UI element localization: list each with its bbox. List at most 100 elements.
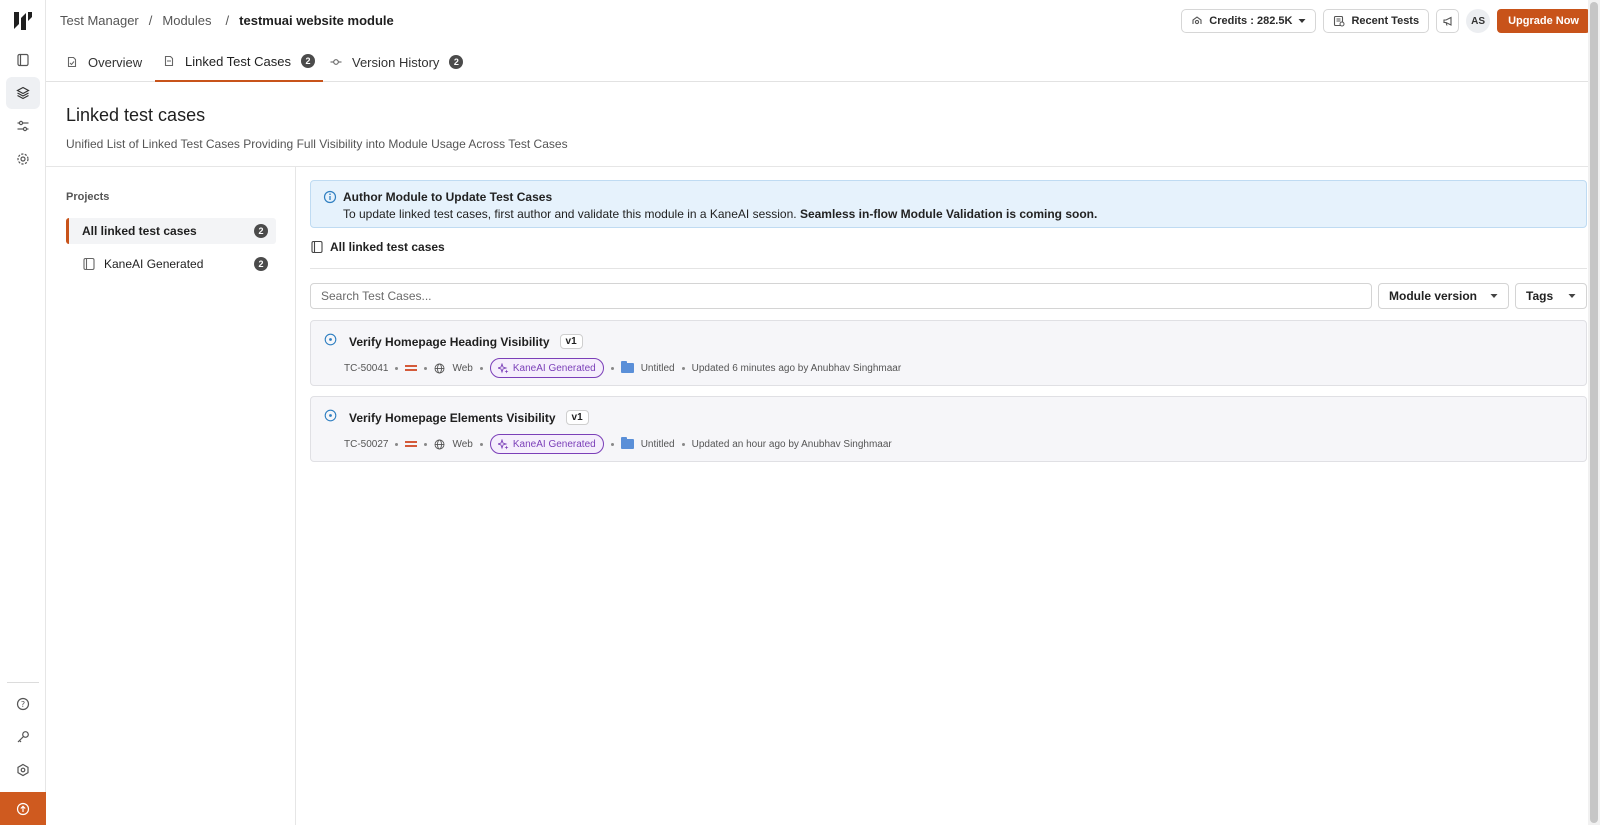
notebook-icon [311,240,323,254]
sparkle-icon [497,362,509,373]
version-badge: v1 [565,410,589,425]
meta-dot [681,366,685,370]
project-item-all-linked[interactable]: All linked test cases 2 [66,218,276,244]
status-circle-icon [324,409,337,422]
tab-version-history[interactable]: Version History 2 [330,42,464,82]
rail-modules-icon[interactable] [6,77,40,109]
info-banner: Author Module to Update Test Cases To up… [310,180,1587,228]
rail-settings-sliders-icon[interactable] [6,110,40,142]
priority-medium-icon [405,441,418,447]
info-banner-body: To update linked test cases, first autho… [343,207,797,221]
tab-linked-count-badge: 2 [301,54,315,68]
megaphone-icon [1443,16,1452,26]
breadcrumb-modules[interactable]: Modules [162,13,211,28]
info-icon [323,190,337,204]
caret-down-icon [1568,294,1576,298]
rail-test-cases-icon[interactable] [6,44,40,76]
svg-text:?: ? [21,700,25,709]
breadcrumb-test-manager[interactable]: Test Manager [60,13,139,28]
meta-dot [610,442,614,446]
rail-gear-icon[interactable] [6,143,40,175]
sparkle-icon [497,438,509,449]
folder-label: Untitled [640,362,675,374]
globe-icon [435,363,445,373]
info-banner-title: Author Module to Update Test Cases [343,190,553,204]
version-badge: v1 [559,334,583,349]
announcements-button[interactable] [1436,9,1460,33]
test-case-meta: TC-50041 Web KaneAI Generated Untitled U… [344,358,901,378]
priority-medium-icon [405,365,418,371]
project-count-badge: 2 [254,224,268,238]
kaneai-generated-tag[interactable]: KaneAI Generated [489,358,604,378]
document-link-icon [164,55,174,67]
platform-label: Web [452,362,473,374]
caret-down-icon [1490,294,1498,298]
folder-label: Untitled [640,438,675,450]
test-case-card[interactable]: Verify Homepage Elements Visibility v1 T… [310,396,1587,462]
project-item-label: All linked test cases [82,224,197,238]
platform-label: Web [452,438,473,450]
status-circle-icon [324,333,337,346]
main-content: Author Module to Update Test Cases To up… [310,180,1587,462]
tab-version-history-label: Version History [352,54,440,70]
project-item-kaneai-generated[interactable]: KaneAI Generated 2 [66,251,276,277]
test-case-title[interactable]: Verify Homepage Elements Visibility [349,411,556,425]
rail-upgrade-button[interactable] [0,792,46,825]
user-avatar[interactable]: AS [1466,9,1491,33]
projects-heading: Projects [66,191,110,203]
folder-icon [620,437,634,449]
upgrade-now-button[interactable]: Upgrade Now [1497,9,1590,33]
caret-down-icon [1298,19,1306,23]
meta-dot [395,366,399,370]
top-bar: Test Manager / Modules / testmuai websit… [46,0,1600,42]
tab-overview-label: Overview [88,54,143,70]
recent-tests-icon [1334,15,1345,27]
breadcrumb: Test Manager / Modules / testmuai websit… [60,13,394,28]
credits-label: Credits : 282.5K [1209,15,1293,27]
arrow-up-circle-icon [16,802,30,815]
rail-divider [7,682,39,683]
document-icon [67,56,77,68]
recent-tests-label: Recent Tests [1351,15,1420,27]
module-version-label: Module version [1389,289,1478,303]
commit-icon [330,59,342,65]
breadcrumb-separator: / [148,13,153,28]
meta-dot [610,366,614,370]
test-case-meta: TC-50027 Web KaneAI Generated Untitled U… [344,434,892,454]
projects-panel: Projects All linked test cases 2 KaneAI … [46,167,296,825]
test-case-title-row: Verify Homepage Elements Visibility v1 [349,410,589,425]
breadcrumb-current: testmuai website module [239,13,394,28]
meta-dot [424,442,428,446]
kaneai-tag-label: KaneAI Generated [512,438,596,450]
scrollbar-thumb[interactable] [1590,2,1598,823]
breadcrumb-separator: / [225,13,230,28]
test-case-id: TC-50041 [344,362,389,374]
test-case-card[interactable]: Verify Homepage Heading Visibility v1 TC… [310,320,1587,386]
folder-icon [620,361,634,373]
credits-dropdown[interactable]: Credits : 282.5K [1181,9,1317,33]
meta-dot [479,442,483,446]
test-case-title-row: Verify Homepage Heading Visibility v1 [349,334,583,349]
list-heading-label: All linked test cases [330,240,445,254]
project-count-badge: 2 [254,257,268,271]
page-scrollbar[interactable] [1588,0,1600,825]
search-input[interactable] [310,283,1372,309]
rail-help-icon[interactable]: ? [6,688,40,720]
test-case-id: TC-50027 [344,438,389,450]
app-logo-icon[interactable] [12,10,34,32]
tags-label: Tags [1526,289,1554,303]
rail-key-icon[interactable] [6,721,40,753]
tags-dropdown[interactable]: Tags [1515,283,1587,309]
info-banner-text: To update linked test cases, first autho… [343,207,1097,221]
module-tabs: Overview Linked Test Cases 2 Version His… [46,42,1600,82]
page-subtitle: Unified List of Linked Test Cases Provid… [66,137,568,151]
kaneai-generated-tag[interactable]: KaneAI Generated [489,434,604,454]
test-case-title[interactable]: Verify Homepage Heading Visibility [349,335,550,349]
updated-label: Updated an hour ago by Anubhav Singhmaar [691,438,892,450]
tab-linked-test-cases[interactable]: Linked Test Cases 2 [155,42,323,82]
recent-tests-button[interactable]: Recent Tests [1323,9,1430,33]
module-version-dropdown[interactable]: Module version [1378,283,1509,309]
rail-integrations-icon[interactable] [6,754,40,786]
updated-label: Updated 6 minutes ago by Anubhav Singhma… [691,362,902,374]
tab-overview[interactable]: Overview [66,42,142,82]
